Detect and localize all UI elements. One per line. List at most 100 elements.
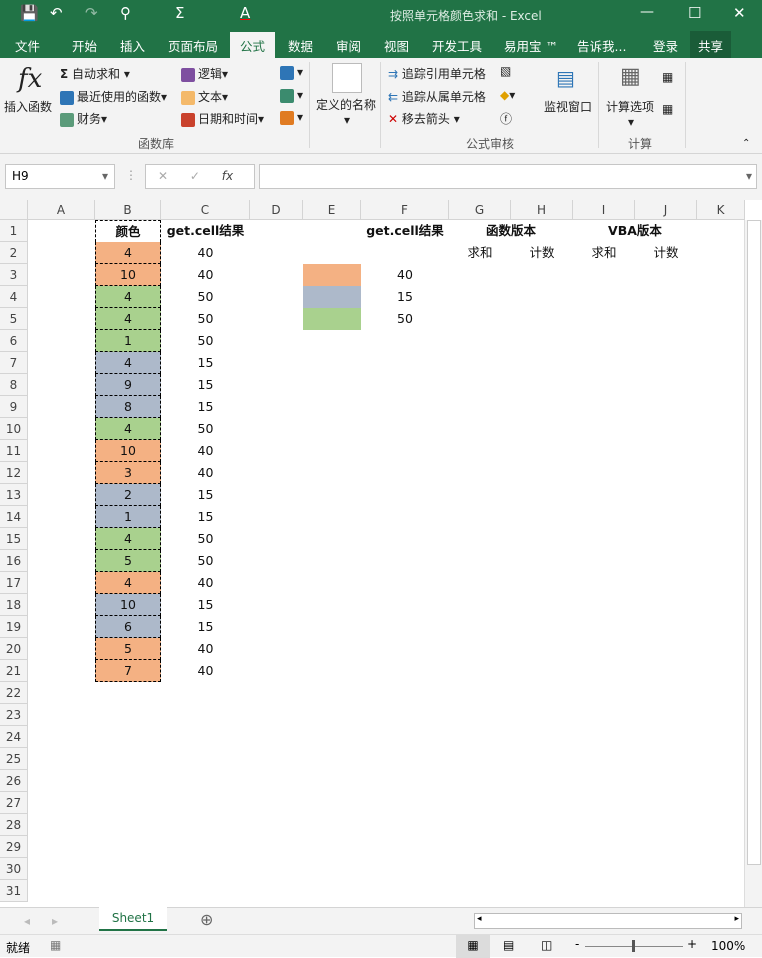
row-header-26[interactable]: 26 bbox=[0, 770, 28, 792]
tab-3[interactable]: 页面布局 bbox=[168, 36, 218, 55]
calc-sheet-icon[interactable]: ▦ bbox=[662, 102, 673, 116]
row-header-16[interactable]: 16 bbox=[0, 550, 28, 572]
recent-functions-button[interactable]: 最近使用的函数▾ bbox=[60, 88, 167, 105]
row-header-14[interactable]: 14 bbox=[0, 506, 28, 528]
tab-6[interactable]: 审阅 bbox=[336, 36, 361, 55]
maximize-icon[interactable]: ☐ bbox=[688, 4, 701, 22]
row-header-28[interactable]: 28 bbox=[0, 814, 28, 836]
font-color-icon[interactable]: A bbox=[240, 4, 250, 22]
row-header-23[interactable]: 23 bbox=[0, 704, 28, 726]
row-header-3[interactable]: 3 bbox=[0, 264, 28, 286]
column-header-J[interactable]: J bbox=[635, 200, 697, 220]
calc-options-button[interactable]: 计算选项 ▾ bbox=[606, 98, 654, 129]
column-header-K[interactable]: K bbox=[697, 200, 745, 220]
row-header-29[interactable]: 29 bbox=[0, 836, 28, 858]
calc-now-icon[interactable]: ▦ bbox=[662, 70, 673, 84]
datetime-button[interactable]: 日期和时间▾ bbox=[181, 110, 264, 127]
lookup-button[interactable]: ▾ bbox=[280, 65, 303, 80]
row-header-9[interactable]: 9 bbox=[0, 396, 28, 418]
row-header-5[interactable]: 5 bbox=[0, 308, 28, 330]
trace-precedents-button[interactable]: ⇉ 追踪引用单元格 bbox=[388, 65, 486, 82]
share-button[interactable]: 共享 bbox=[690, 31, 732, 60]
row-header-20[interactable]: 20 bbox=[0, 638, 28, 660]
column-header-D[interactable]: D bbox=[250, 200, 303, 220]
error-checking-icon[interactable]: ◆▾ bbox=[500, 88, 515, 102]
insert-function-button[interactable]: 插入函数 bbox=[4, 98, 52, 115]
tell-me-search[interactable]: 告诉我... bbox=[577, 36, 626, 55]
row-header-19[interactable]: 19 bbox=[0, 616, 28, 638]
column-header-E[interactable]: E bbox=[303, 200, 361, 220]
row-header-18[interactable]: 18 bbox=[0, 594, 28, 616]
row-header-27[interactable]: 27 bbox=[0, 792, 28, 814]
row-header-1[interactable]: 1 bbox=[0, 220, 28, 242]
more-functions-button[interactable]: ▾ bbox=[280, 110, 303, 125]
row-header-17[interactable]: 17 bbox=[0, 572, 28, 594]
trace-dependents-button[interactable]: ⇇ 追踪从属单元格 bbox=[388, 88, 486, 105]
row-header-22[interactable]: 22 bbox=[0, 682, 28, 704]
row-header-30[interactable]: 30 bbox=[0, 858, 28, 880]
logical-button[interactable]: 逻辑▾ bbox=[181, 65, 228, 82]
tab-5[interactable]: 数据 bbox=[288, 36, 313, 55]
normal-view-icon[interactable]: ▦ bbox=[456, 935, 490, 958]
row-header-10[interactable]: 10 bbox=[0, 418, 28, 440]
prev-sheet-icon[interactable]: ◂ bbox=[24, 914, 30, 928]
row-header-31[interactable]: 31 bbox=[0, 880, 28, 902]
cancel-icon[interactable]: ✕ bbox=[158, 169, 168, 183]
macro-record-icon[interactable]: ▦ bbox=[50, 938, 61, 952]
row-header-6[interactable]: 6 bbox=[0, 330, 28, 352]
column-header-H[interactable]: H bbox=[511, 200, 573, 220]
tab-9[interactable]: 易用宝 ™ bbox=[504, 36, 558, 55]
row-header-15[interactable]: 15 bbox=[0, 528, 28, 550]
row-header-12[interactable]: 12 bbox=[0, 462, 28, 484]
enter-icon[interactable]: ✓ bbox=[190, 169, 200, 183]
tab-0[interactable]: 文件 bbox=[15, 36, 40, 55]
row-header-21[interactable]: 21 bbox=[0, 660, 28, 682]
sheet-tab-sheet1[interactable]: Sheet1 bbox=[99, 907, 167, 931]
row-header-13[interactable]: 13 bbox=[0, 484, 28, 506]
page-break-view-icon[interactable]: ◫ bbox=[541, 938, 552, 952]
zoom-slider[interactable] bbox=[585, 940, 683, 952]
sum-icon[interactable]: Σ bbox=[175, 4, 184, 22]
evaluate-formula-icon[interactable]: ⓕ bbox=[500, 110, 512, 127]
horizontal-scrollbar[interactable]: ◂ ▸ bbox=[474, 913, 742, 929]
page-layout-view-icon[interactable]: ▤ bbox=[503, 938, 514, 952]
select-all-corner[interactable] bbox=[0, 200, 28, 220]
minimize-icon[interactable]: — bbox=[640, 4, 654, 20]
row-header-24[interactable]: 24 bbox=[0, 726, 28, 748]
defined-names-button[interactable]: 定义的名称 ▾ bbox=[316, 96, 376, 127]
next-sheet-icon[interactable]: ▸ bbox=[52, 914, 58, 928]
insert-function-icon[interactable]: fx bbox=[222, 169, 233, 183]
add-user-icon[interactable]: ⚲ bbox=[120, 4, 131, 22]
collapse-ribbon-icon[interactable]: ⌃ bbox=[742, 138, 750, 149]
undo-icon[interactable]: ↶ bbox=[50, 4, 63, 22]
show-formulas-icon[interactable]: ▧ bbox=[500, 64, 511, 78]
vertical-scrollbar[interactable] bbox=[744, 220, 762, 907]
column-header-F[interactable]: F bbox=[361, 200, 449, 220]
row-header-7[interactable]: 7 bbox=[0, 352, 28, 374]
row-header-11[interactable]: 11 bbox=[0, 440, 28, 462]
column-header-I[interactable]: I bbox=[573, 200, 635, 220]
column-header-G[interactable]: G bbox=[449, 200, 511, 220]
column-header-B[interactable]: B bbox=[95, 200, 161, 220]
financial-button[interactable]: 财务▾ bbox=[60, 110, 107, 127]
save-icon[interactable]: 💾 bbox=[20, 4, 39, 22]
math-button[interactable]: ▾ bbox=[280, 88, 303, 103]
tab-7[interactable]: 视图 bbox=[384, 36, 409, 55]
close-icon[interactable]: ✕ bbox=[733, 4, 746, 22]
row-header-25[interactable]: 25 bbox=[0, 748, 28, 770]
name-box[interactable]: H9 ▾ bbox=[5, 164, 115, 189]
row-header-4[interactable]: 4 bbox=[0, 286, 28, 308]
tab-2[interactable]: 插入 bbox=[120, 36, 145, 55]
row-header-2[interactable]: 2 bbox=[0, 242, 28, 264]
watch-window-button[interactable]: 监视窗口 bbox=[544, 98, 592, 115]
row-header-8[interactable]: 8 bbox=[0, 374, 28, 396]
column-header-C[interactable]: C bbox=[161, 200, 250, 220]
redo-icon[interactable]: ↷ bbox=[85, 4, 98, 22]
text-button[interactable]: 文本▾ bbox=[181, 88, 228, 105]
zoom-out-icon[interactable]: - bbox=[575, 937, 579, 951]
autosum-button[interactable]: Σ 自动求和 ▾ bbox=[60, 65, 130, 82]
remove-arrows-button[interactable]: ✕ 移去箭头 ▾ bbox=[388, 110, 460, 127]
tab-1[interactable]: 开始 bbox=[72, 36, 97, 55]
login-link[interactable]: 登录 bbox=[653, 36, 678, 55]
tab-8[interactable]: 开发工具 bbox=[432, 36, 482, 55]
